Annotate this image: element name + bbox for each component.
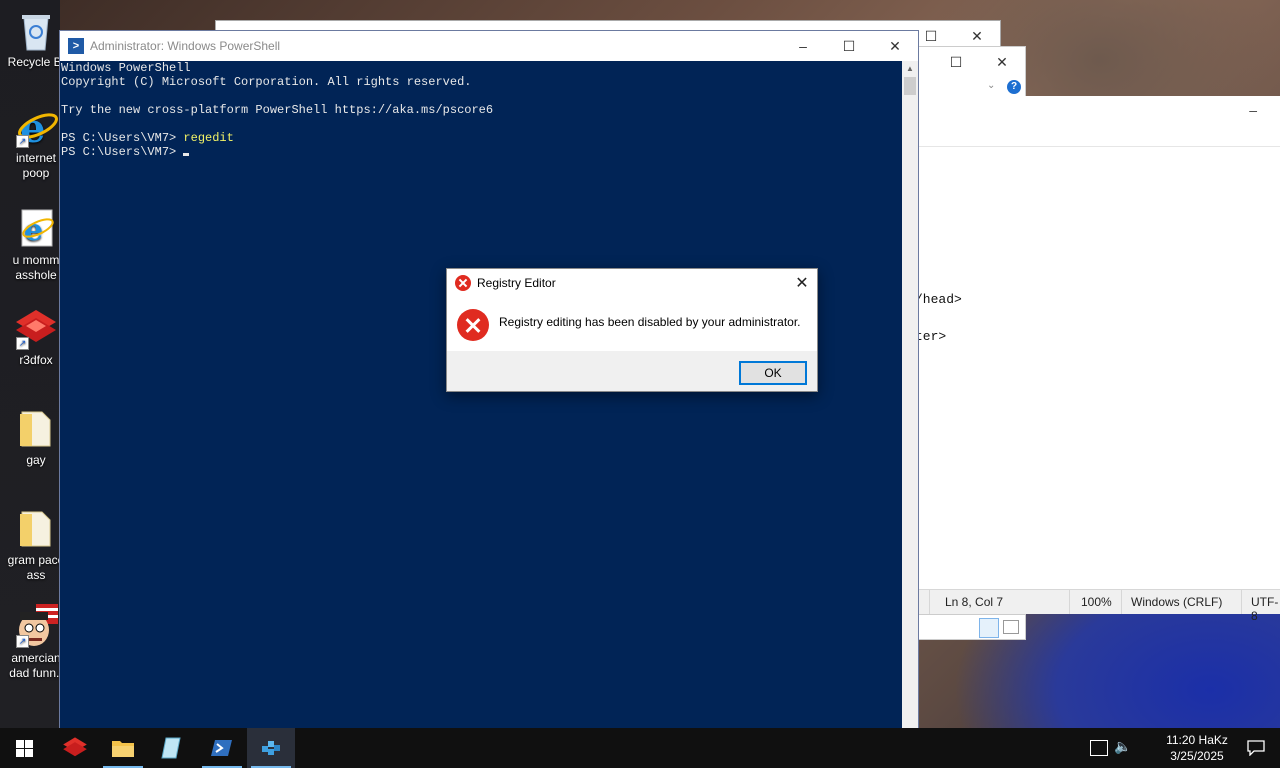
console-line: PS C:\Users\VM7>	[61, 145, 901, 159]
shortcut-arrow-icon: ↗	[16, 337, 29, 350]
minimize-icon[interactable]: –	[780, 31, 826, 61]
editor-text-line: /head>	[915, 292, 962, 307]
close-icon[interactable]: ✕	[979, 47, 1025, 77]
clock-time: 11:20 HaKz	[1166, 733, 1228, 747]
text-cursor	[183, 153, 190, 156]
error-icon	[457, 309, 489, 341]
folder-icon	[14, 506, 58, 550]
shortcut-arrow-icon: ↗	[16, 635, 29, 648]
dialog-message: Registry editing has been disabled by yo…	[499, 315, 801, 329]
console-line: PS C:\Users\VM7> regedit	[61, 131, 901, 145]
notifications-icon[interactable]	[1232, 728, 1280, 768]
maximize-icon[interactable]: ☐	[933, 47, 979, 77]
windows-logo-icon	[15, 739, 33, 757]
window-title: Administrator: Windows PowerShell	[90, 39, 281, 53]
taskbar: 🔈 11:20 HaKz 3/25/2025	[0, 728, 1280, 768]
cartoon-face-icon: ↗	[14, 604, 58, 648]
scrollbar-thumb[interactable]	[904, 77, 916, 95]
status-position: Ln 8, Col 7	[945, 595, 1004, 609]
help-icon[interactable]: ?	[1007, 80, 1021, 94]
console-line: Copyright (C) Microsoft Corporation. All…	[61, 75, 472, 89]
folder-icon	[14, 406, 58, 450]
taskbar-app-powershell[interactable]	[198, 728, 246, 768]
prompt: PS C:\Users\VM7>	[61, 145, 184, 159]
internet-explorer-icon: e ↗	[14, 104, 58, 152]
clock[interactable]: 11:20 HaKz 3/25/2025	[1162, 732, 1232, 764]
r3dfox-icon: ↗	[14, 306, 58, 350]
chevron-down-icon[interactable]: ⌄	[987, 80, 995, 91]
details-view-icon[interactable]	[979, 618, 999, 638]
minimize-icon[interactable]: –	[1249, 102, 1257, 118]
maximize-icon[interactable]: ☐	[826, 31, 872, 61]
title-bar[interactable]: > Administrator: Windows PowerShell – ☐ …	[60, 31, 918, 61]
network-icon[interactable]	[1090, 740, 1108, 756]
status-zoom: 100%	[1081, 595, 1112, 609]
background-window-strip	[918, 614, 1026, 640]
status-line-ending: Windows (CRLF)	[1131, 595, 1223, 609]
prompt: PS C:\Users\VM7>	[61, 131, 184, 145]
background-window[interactable]: ☐ ✕ ⌄ ?	[918, 46, 1026, 98]
dialog-title-bar[interactable]: Registry Editor ✕	[447, 269, 817, 297]
error-icon	[455, 275, 471, 291]
scrollbar[interactable]: ▲	[902, 61, 918, 749]
powershell-icon: >	[68, 38, 84, 54]
scroll-up-icon[interactable]: ▲	[902, 61, 918, 77]
status-encoding: UTF-8	[1251, 595, 1279, 623]
divider	[919, 146, 1280, 147]
thumbnail-view-icon[interactable]	[1003, 620, 1019, 634]
r3dfox-icon	[63, 737, 87, 757]
start-button[interactable]	[0, 728, 48, 768]
ok-button[interactable]: OK	[739, 361, 807, 385]
status-bar: Ln 8, Col 7 100% Windows (CRLF) UTF-8	[919, 589, 1280, 623]
error-dialog[interactable]: Registry Editor ✕ Registry editing has b…	[446, 268, 818, 392]
svg-text:e: e	[24, 213, 43, 248]
internet-explorer-icon: e	[14, 206, 58, 250]
registry-editor-icon	[262, 741, 280, 755]
dialog-title: Registry Editor	[477, 276, 556, 290]
dialog-footer: OK	[447, 351, 817, 391]
taskbar-app-r3dfox[interactable]	[51, 728, 99, 768]
taskbar-app-file-explorer[interactable]	[99, 728, 147, 768]
editor-text-line: ter>	[915, 329, 947, 344]
volume-muted-icon[interactable]: 🔈	[1114, 738, 1131, 755]
console-line: Windows PowerShell	[61, 61, 191, 75]
command-text: regedit	[183, 131, 234, 145]
folder-icon	[112, 741, 134, 757]
recycle-bin-icon	[14, 8, 58, 52]
clock-date: 3/25/2025	[1170, 749, 1224, 763]
console-line: Try the new cross-platform PowerShell ht…	[61, 103, 494, 117]
taskbar-app-notepad[interactable]	[147, 728, 195, 768]
close-icon[interactable]: ✕	[787, 269, 817, 297]
system-tray: 🔈 11:20 HaKz 3/25/2025	[1090, 728, 1280, 768]
powershell-icon	[211, 740, 232, 756]
taskbar-app-regedit[interactable]	[247, 728, 295, 768]
notepad-window[interactable]: – /head> ter> Ln 8, Col 7 100% Windows (…	[915, 96, 1280, 623]
close-icon[interactable]: ✕	[872, 31, 918, 61]
shortcut-arrow-icon: ↗	[16, 135, 29, 148]
notepad-icon	[161, 737, 181, 759]
console-output[interactable]: Windows PowerShell Copyright (C) Microso…	[61, 61, 901, 731]
